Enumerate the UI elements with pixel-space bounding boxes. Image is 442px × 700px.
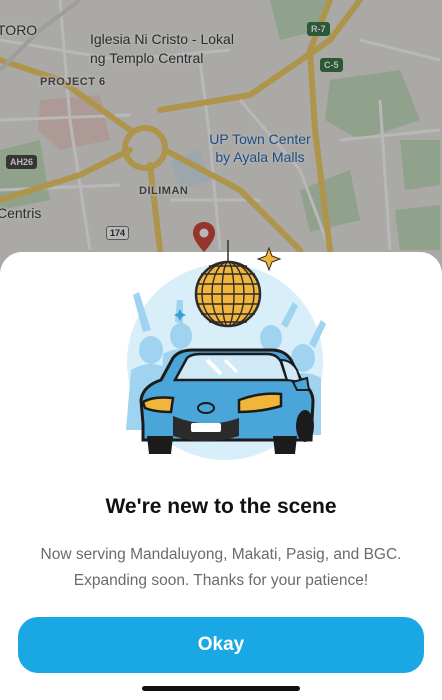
modal-body: Now serving Mandaluyong, Makati, Pasig, …: [40, 546, 402, 589]
modal-title: We're new to the scene: [105, 495, 337, 518]
sparkle-icon: [256, 246, 282, 272]
home-indicator[interactable]: [142, 686, 300, 691]
okay-button[interactable]: Okay: [18, 617, 424, 673]
party-car-illustration: [126, 240, 326, 460]
